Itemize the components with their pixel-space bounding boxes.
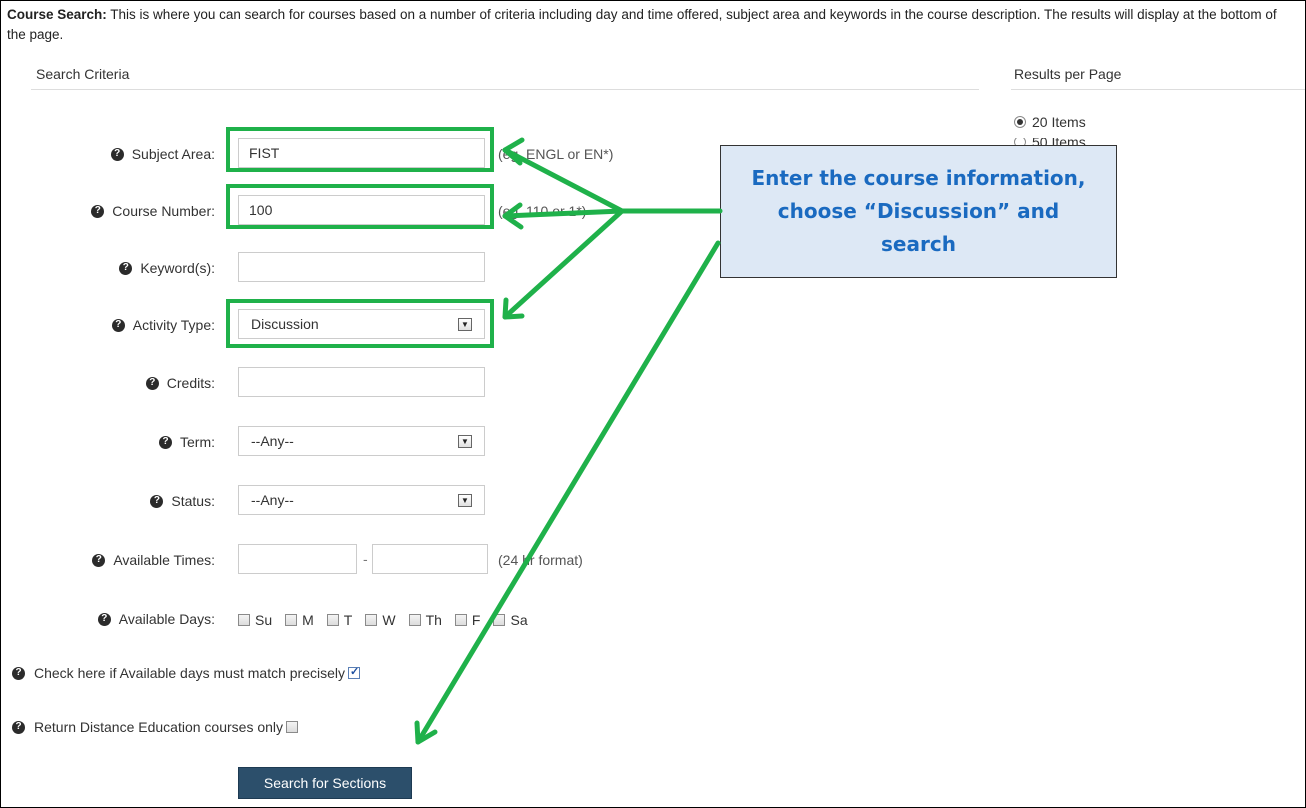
term-label: Term: (180, 434, 215, 450)
available-times-hint: (24 hr format) (498, 552, 583, 568)
distance-only-label: Return Distance Education courses only (34, 719, 284, 735)
status-select[interactable]: --Any-- ▼ (238, 485, 485, 515)
search-criteria-divider (31, 89, 979, 90)
term-value: --Any-- (251, 433, 294, 449)
checkbox-icon[interactable] (365, 614, 378, 626)
credits-row: ? Credits: (1, 365, 1306, 401)
checkbox-icon[interactable] (285, 614, 298, 626)
day-saturday[interactable]: Sa (493, 612, 528, 628)
status-value: --Any-- (251, 492, 294, 508)
available-times-label: Available Times: (113, 552, 215, 568)
help-icon[interactable]: ? (12, 666, 25, 680)
day-thursday[interactable]: Th (408, 612, 442, 628)
subject-area-hint: (eg. ENGL or EN*) (498, 146, 614, 162)
activity-type-label: Activity Type: (132, 317, 215, 333)
day-label: F (471, 612, 481, 628)
checkbox-icon[interactable] (238, 614, 250, 626)
term-row: ? Term: (1, 424, 1306, 460)
status-label: Status: (171, 493, 215, 509)
available-days-label: Available Days: (118, 611, 215, 627)
subject-area-label-group: ? Subject Area: (110, 136, 215, 172)
available-times-row: ? Available Times: (1, 542, 1306, 578)
results-per-page-heading: Results per Page (1014, 66, 1122, 82)
time-range-separator: - (363, 551, 368, 567)
help-icon[interactable]: ? (110, 147, 124, 161)
keywords-label: Keyword(s): (140, 260, 215, 276)
day-label: Th (425, 612, 442, 628)
available-times-end-input[interactable] (372, 544, 488, 574)
match-precisely-row: ? Check here if Available days must matc… (12, 665, 360, 681)
term-label-group: ? Term: (159, 424, 215, 460)
search-criteria-heading: Search Criteria (36, 66, 130, 82)
day-wednesday[interactable]: W (365, 612, 396, 628)
intro-title: Course Search: (7, 7, 107, 22)
day-label: M (302, 612, 314, 628)
credits-input[interactable] (238, 367, 485, 397)
highlight-subject-area (226, 127, 494, 172)
day-label: T (343, 612, 353, 628)
activity-type-row: ? Activity Type: (1, 307, 1306, 343)
day-friday[interactable]: F (454, 612, 481, 628)
subject-area-label: Subject Area: (131, 146, 215, 162)
available-times-label-group: ? Available Times: (92, 542, 215, 578)
search-for-sections-button[interactable]: Search for Sections (238, 767, 412, 799)
day-tuesday[interactable]: T (326, 612, 353, 628)
status-row: ? Status: (1, 483, 1306, 519)
status-label-group: ? Status: (150, 483, 215, 519)
highlight-activity-type (226, 299, 494, 348)
available-days-row: ? Available Days: (1, 601, 1306, 637)
day-label: Su (255, 612, 273, 628)
available-days-checkboxes: Su M T W Th F Sa (238, 612, 541, 628)
intro-text: Course Search: This is where you can sea… (7, 5, 1297, 45)
keywords-input[interactable] (238, 252, 485, 282)
help-icon[interactable]: ? (97, 612, 111, 626)
term-select[interactable]: --Any-- ▼ (238, 426, 485, 456)
help-icon[interactable]: ? (145, 376, 159, 390)
distance-only-checkbox[interactable] (286, 721, 299, 733)
results-option-20[interactable]: 20 Items (1014, 114, 1086, 130)
checkbox-icon[interactable] (493, 614, 506, 626)
day-label: Sa (510, 612, 528, 628)
checkbox-icon[interactable] (408, 614, 421, 626)
credits-label-group: ? Credits: (145, 365, 215, 401)
checkbox-icon[interactable] (454, 614, 467, 626)
course-number-label-group: ? Course Number: (91, 193, 215, 229)
course-number-label: Course Number: (112, 203, 215, 219)
distance-only-row: ? Return Distance Education courses only (12, 719, 299, 735)
instruction-callout: Enter the course information, choose “Di… (720, 145, 1117, 278)
match-precisely-label: Check here if Available days must match … (34, 665, 345, 681)
course-number-hint: (eg. 110 or 1*) (498, 203, 587, 219)
activity-type-label-group: ? Activity Type: (111, 307, 215, 343)
help-icon[interactable]: ? (91, 204, 105, 218)
available-times-start-input[interactable] (238, 544, 357, 574)
match-precisely-checkbox[interactable] (348, 665, 360, 679)
help-icon[interactable]: ? (12, 720, 25, 734)
keywords-label-group: ? Keyword(s): (119, 250, 215, 286)
checkbox-icon[interactable] (326, 614, 339, 626)
day-monday[interactable]: M (285, 612, 314, 628)
help-icon[interactable]: ? (111, 318, 125, 332)
day-sunday[interactable]: Su (238, 612, 272, 628)
radio-selected-icon[interactable] (1014, 116, 1026, 128)
intro-description: This is where you can search for courses… (7, 7, 1277, 42)
highlight-course-number (226, 184, 494, 229)
help-icon[interactable]: ? (119, 261, 133, 275)
help-icon[interactable]: ? (159, 435, 172, 449)
credits-label: Credits: (166, 375, 215, 391)
course-search-panel: Course Search: This is where you can sea… (0, 0, 1306, 808)
chevron-down-icon[interactable]: ▼ (458, 494, 472, 507)
chevron-down-icon[interactable]: ▼ (458, 435, 472, 448)
help-icon[interactable]: ? (150, 494, 164, 508)
results-per-page-divider (1011, 89, 1305, 90)
day-label: W (382, 612, 396, 628)
help-icon[interactable]: ? (92, 553, 106, 567)
results-option-label: 20 Items (1032, 114, 1086, 130)
available-days-label-group: ? Available Days: (97, 601, 215, 637)
